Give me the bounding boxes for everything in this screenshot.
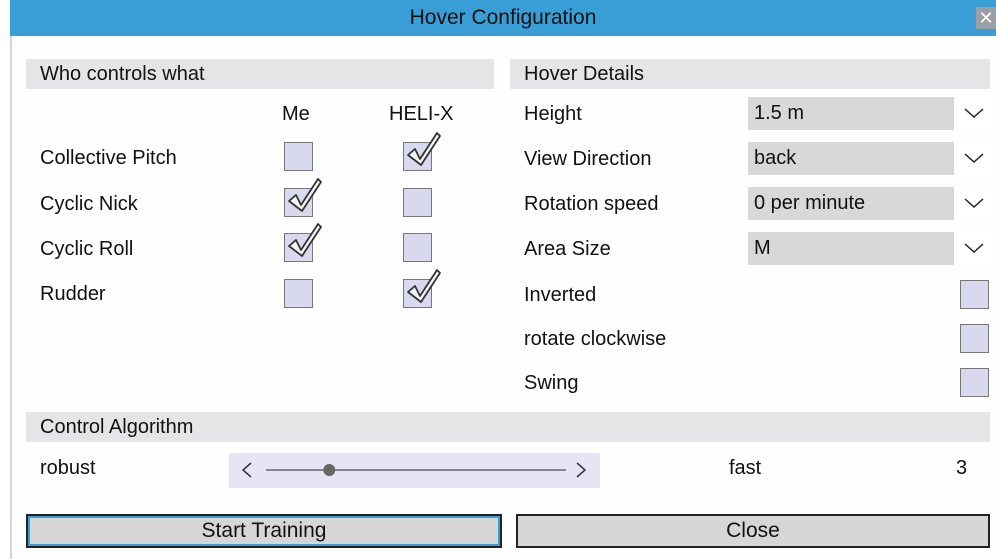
rotation-speed-select[interactable]: 0 per minute xyxy=(748,187,954,220)
height-dropdown-chevron-icon[interactable] xyxy=(956,97,992,130)
area-size-select[interactable]: M xyxy=(748,232,954,265)
view-direction-dropdown-chevron-icon[interactable] xyxy=(956,142,992,175)
collective-pitch-me-checkbox[interactable] xyxy=(284,142,313,171)
hover-config-window: Who controls what Me HELI-X Collective P… xyxy=(10,36,996,559)
area-size-label: Area Size xyxy=(524,238,611,260)
cyclic-nick-helix-checkbox[interactable] xyxy=(403,188,432,217)
title-bar: Hover Configuration ✕ xyxy=(10,0,996,36)
window-title: Hover Configuration xyxy=(409,6,597,29)
row-label-cyclic-nick: Cyclic Nick xyxy=(40,193,138,215)
rotate-clockwise-label: rotate clockwise xyxy=(524,328,667,350)
slider-left-arrow-icon[interactable] xyxy=(241,462,252,478)
hover-details-header: Hover Details xyxy=(510,59,990,89)
cyclic-roll-helix-checkbox[interactable] xyxy=(403,233,432,262)
area-size-dropdown-chevron-icon[interactable] xyxy=(956,232,992,265)
slider-track xyxy=(241,462,587,478)
fast-label: fast xyxy=(729,457,762,479)
cyclic-roll-me-checkbox[interactable] xyxy=(284,223,322,262)
inverted-label: Inverted xyxy=(524,284,597,306)
close-icon[interactable]: ✕ xyxy=(976,7,996,29)
checkmark-icon xyxy=(407,132,441,166)
control-algorithm-slider[interactable] xyxy=(229,453,600,488)
column-header-helix: HELI-X xyxy=(389,103,454,125)
robust-label: robust xyxy=(40,457,96,479)
rudder-helix-checkbox[interactable] xyxy=(403,269,441,308)
height-label: Height xyxy=(524,103,582,125)
row-label-rudder: Rudder xyxy=(40,283,106,305)
row-label-cyclic-roll: Cyclic Roll xyxy=(40,238,134,260)
who-controls-header: Who controls what xyxy=(26,59,494,89)
checkmark-icon xyxy=(288,223,322,257)
close-button[interactable]: Close xyxy=(516,514,990,548)
slider-thumb[interactable] xyxy=(323,464,336,476)
view-direction-label: View Direction xyxy=(524,148,652,170)
collective-pitch-helix-checkbox[interactable] xyxy=(403,132,441,171)
rotation-speed-label: Rotation speed xyxy=(524,193,659,215)
swing-checkbox[interactable] xyxy=(960,368,989,397)
start-training-button[interactable]: Start Training xyxy=(26,514,502,548)
rotate-clockwise-checkbox[interactable] xyxy=(960,324,989,353)
row-label-collective-pitch: Collective Pitch xyxy=(40,147,177,169)
cyclic-nick-me-checkbox[interactable] xyxy=(284,178,322,217)
column-header-me: Me xyxy=(282,103,310,125)
algorithm-value: 3 xyxy=(956,457,968,479)
height-select[interactable]: 1.5 m xyxy=(748,97,954,130)
control-algorithm-header: Control Algorithm xyxy=(26,412,990,442)
rudder-me-checkbox[interactable] xyxy=(284,279,313,308)
view-direction-select[interactable]: back xyxy=(748,142,954,175)
swing-label: Swing xyxy=(524,372,579,394)
inverted-checkbox[interactable] xyxy=(960,280,989,309)
checkmark-icon xyxy=(407,269,441,303)
rotation-speed-dropdown-chevron-icon[interactable] xyxy=(956,187,992,220)
slider-right-arrow-icon[interactable] xyxy=(576,462,587,478)
checkmark-icon xyxy=(288,178,322,212)
